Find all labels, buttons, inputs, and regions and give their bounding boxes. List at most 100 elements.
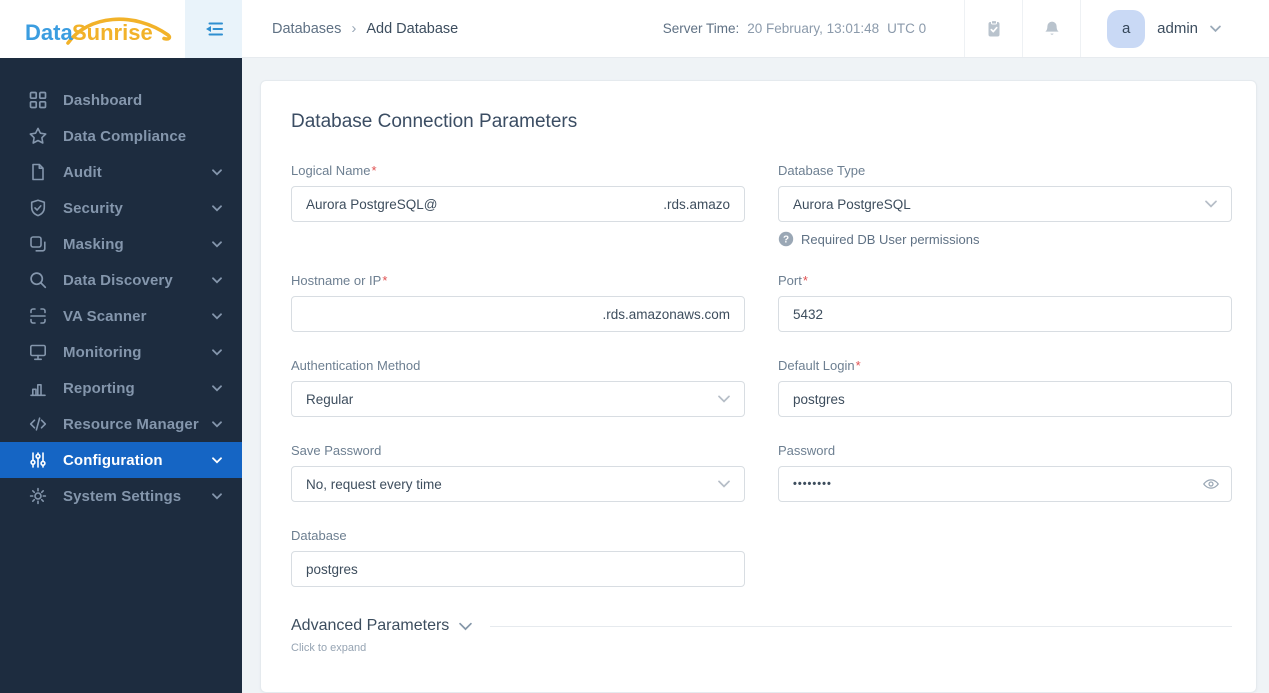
breadcrumb-separator: › (351, 20, 357, 37)
sidebar-item-dashboard[interactable]: Dashboard (0, 82, 242, 118)
sidebar-item-label: Reporting (63, 379, 135, 397)
chevron-down-icon (212, 312, 222, 319)
sidebar-item-label: Masking (63, 235, 124, 253)
chevron-down-icon (212, 204, 222, 211)
sidebar-item-security[interactable]: Security (0, 190, 242, 226)
chevron-down-icon (718, 480, 730, 488)
password-label: Password (778, 443, 836, 458)
collapse-menu-icon (205, 22, 223, 36)
chevron-down-icon (1210, 25, 1221, 32)
logo-row: Data Sunrise (0, 0, 242, 58)
show-password-button[interactable] (1202, 475, 1220, 493)
breadcrumb: Databases › Add Database (242, 0, 458, 57)
database-label: Database (291, 528, 347, 543)
logical-name-input[interactable]: Aurora PostgreSQL@ .rds.amazo (291, 186, 745, 222)
server-time-label: Server Time: (662, 21, 740, 36)
server-time-value: 20 February, 13:01:48 (747, 21, 880, 36)
field-hostname: Hostname or IP* (291, 273, 745, 332)
field-default-login: Default Login* (778, 358, 1232, 417)
avatar: a (1107, 9, 1146, 48)
sidebar-nav: Dashboard Data Compliance Audit Security… (0, 58, 242, 693)
server-time-zone: UTC 0 (887, 21, 927, 36)
db-permissions-link[interactable]: ? Required DB User permissions (778, 231, 1232, 247)
chevron-down-icon (1205, 200, 1217, 208)
auth-method-select[interactable]: Regular (291, 381, 745, 417)
sidebar-item-reporting[interactable]: Reporting (0, 370, 242, 406)
hostname-input[interactable] (291, 296, 745, 332)
divider (490, 625, 1232, 627)
tasks-button[interactable] (964, 0, 1022, 57)
sidebar-item-label: System Settings (63, 487, 182, 505)
breadcrumb-parent[interactable]: Databases (272, 21, 341, 37)
advanced-parameters-toggle[interactable]: Advanced Parameters (291, 617, 449, 635)
question-icon: ? (778, 231, 794, 247)
star-icon (28, 126, 48, 146)
sidebar-item-resource-manager[interactable]: Resource Manager (0, 406, 242, 442)
sidebar-item-system-settings[interactable]: System Settings (0, 478, 242, 514)
code-icon (28, 414, 48, 434)
sidebar-item-monitoring[interactable]: Monitoring (0, 334, 242, 370)
default-login-label: Default Login* (778, 358, 861, 373)
bar-chart-icon (28, 378, 48, 398)
required-asterisk: * (371, 163, 377, 178)
default-login-input[interactable] (778, 381, 1232, 417)
required-asterisk: * (802, 273, 808, 288)
required-asterisk: * (382, 273, 388, 288)
database-type-select[interactable]: Aurora PostgreSQL (778, 186, 1232, 222)
top-header: Databases › Add Database Server Time: 20… (242, 0, 1269, 58)
svg-text:Sunrise: Sunrise (72, 20, 153, 45)
svg-text:?: ? (783, 234, 789, 245)
sidebar-item-label: Resource Manager (63, 415, 199, 433)
user-menu[interactable]: a admin (1080, 0, 1269, 57)
logical-name-value-right: .rds.amazo (663, 196, 730, 212)
sidebar-item-label: Data Discovery (63, 271, 173, 289)
sidebar-item-audit[interactable]: Audit (0, 154, 242, 190)
scanner-icon (28, 306, 48, 326)
sidebar-item-masking[interactable]: Masking (0, 226, 242, 262)
save-password-select[interactable]: No, request every time (291, 466, 745, 502)
sidebar-item-label: VA Scanner (63, 307, 147, 325)
chevron-down-icon (212, 456, 222, 463)
sidebar-item-data-compliance[interactable]: Data Compliance (0, 118, 242, 154)
breadcrumb-current: Add Database (366, 20, 459, 37)
sidebar-collapse-button[interactable] (185, 0, 242, 58)
logical-name-label: Logical Name* (291, 163, 377, 178)
svg-text:Data: Data (25, 20, 73, 45)
document-icon (28, 162, 48, 182)
sidebar-item-label: Security (63, 199, 123, 217)
field-database-type: Database Type Aurora PostgreSQL ? Requir… (778, 163, 1232, 247)
sidebar-item-label: Dashboard (63, 91, 143, 109)
port-input[interactable] (778, 296, 1232, 332)
auth-method-label: Authentication Method (291, 358, 421, 373)
database-input[interactable] (291, 551, 745, 587)
password-input[interactable] (778, 466, 1232, 502)
avatar-letter: a (1121, 20, 1131, 37)
field-save-password: Save Password No, request every time (291, 443, 745, 502)
chevron-down-icon (212, 492, 222, 499)
bell-icon (1045, 21, 1059, 35)
clipboard-check-icon (988, 19, 1000, 36)
datasunrise-logo-icon: Data Sunrise (25, 17, 172, 45)
sidebar-item-configuration[interactable]: Configuration (0, 442, 242, 478)
sidebar-item-data-discovery[interactable]: Data Discovery (0, 262, 242, 298)
field-password: Password (778, 443, 1232, 502)
chevron-down-icon (212, 168, 222, 175)
chevron-down-icon (212, 420, 222, 427)
shield-check-icon (28, 198, 48, 218)
sidebar-item-label: Data Compliance (63, 127, 187, 145)
hostname-label: Hostname or IP* (291, 273, 388, 288)
datasunrise-logo[interactable]: Data Sunrise (0, 0, 185, 58)
sidebar: Data Sunrise Dashboard Data Compliance A… (0, 0, 242, 693)
dashboard-icon (28, 90, 48, 110)
notifications-button[interactable] (1022, 0, 1080, 57)
save-password-label: Save Password (291, 443, 382, 458)
server-time: Server Time: 20 February, 13:01:48 UTC 0 (663, 0, 964, 57)
field-logical-name: Logical Name* Aurora PostgreSQL@ .rds.am… (291, 163, 745, 247)
main-content: Database Connection Parameters Logical N… (242, 58, 1269, 693)
sidebar-item-label: Audit (63, 163, 102, 181)
click-to-expand-hint[interactable]: Click to expand (291, 642, 1232, 654)
database-type-value: Aurora PostgreSQL (793, 196, 911, 212)
sidebar-item-va-scanner[interactable]: VA Scanner (0, 298, 242, 334)
db-permissions-label: Required DB User permissions (801, 231, 980, 247)
chevron-down-icon[interactable] (459, 622, 473, 631)
